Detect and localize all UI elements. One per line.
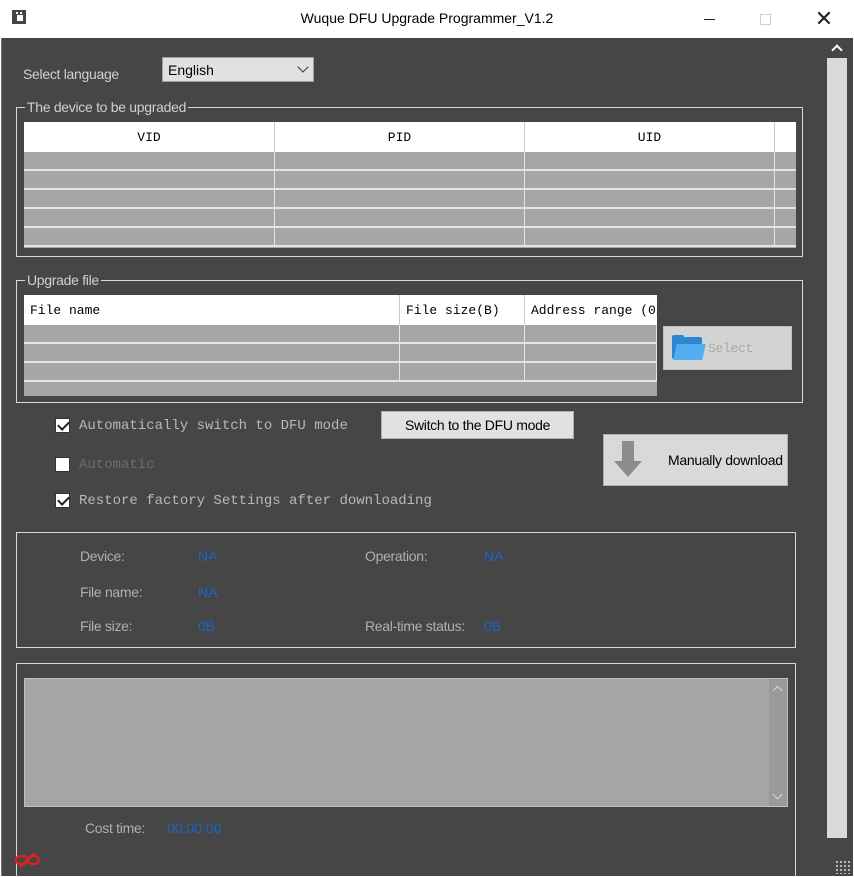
device-table-row[interactable] bbox=[24, 171, 796, 190]
device-table-cell bbox=[24, 171, 275, 188]
device-table[interactable]: VID PID UID bbox=[24, 122, 796, 248]
device-status-label: Device: bbox=[80, 548, 125, 564]
log-scrollbar[interactable] bbox=[769, 679, 787, 806]
file-table-cell bbox=[24, 363, 400, 380]
file-size-status-label: File size: bbox=[80, 618, 133, 634]
select-file-label: Select bbox=[708, 340, 754, 356]
minimize-button[interactable] bbox=[686, 0, 732, 38]
broken-link-icon bbox=[14, 852, 41, 868]
file-size-status-value: 0B bbox=[198, 618, 216, 634]
maximize-button bbox=[742, 0, 788, 38]
select-file-button[interactable]: Select bbox=[663, 326, 792, 370]
file-table-cell bbox=[400, 344, 525, 361]
title-bar: Wuque DFU Upgrade Programmer_V1.2 ✕ bbox=[0, 0, 854, 38]
file-table-row[interactable] bbox=[24, 325, 657, 344]
switch-dfu-button[interactable]: Switch to the DFU mode bbox=[381, 411, 574, 439]
cost-time-label: Cost time: bbox=[85, 820, 146, 836]
device-table-cell bbox=[525, 171, 775, 188]
operation-status-value: NA bbox=[484, 548, 504, 564]
main-panel: Select language English The device to be… bbox=[1, 38, 853, 877]
restore-label[interactable]: Restore factory Settings after downloadi… bbox=[79, 493, 432, 509]
cost-time-value: 00:00:00 bbox=[167, 820, 222, 836]
device-table-cell bbox=[525, 228, 775, 245]
device-group-title: The device to be upgraded bbox=[25, 99, 189, 115]
automatic-checkbox[interactable] bbox=[55, 457, 70, 472]
auto-switch-label[interactable]: Automatically switch to DFU mode bbox=[79, 418, 348, 434]
folder-icon bbox=[672, 335, 706, 361]
column-header-pid[interactable]: PID bbox=[275, 122, 525, 152]
device-table-cell bbox=[24, 228, 275, 245]
device-status-value: NA bbox=[198, 548, 218, 564]
column-header-uid[interactable]: UID bbox=[525, 122, 775, 152]
file-table-cell bbox=[400, 363, 525, 380]
file-table-row[interactable] bbox=[24, 363, 657, 382]
status-group: Device: NA Operation: NA File name: NA F… bbox=[16, 532, 796, 648]
chevron-down-icon bbox=[297, 61, 309, 73]
device-table-cell bbox=[24, 152, 275, 169]
column-header-file-size[interactable]: File size(B) bbox=[400, 295, 525, 325]
device-table-row[interactable] bbox=[24, 228, 796, 247]
file-table-cell bbox=[24, 344, 400, 361]
file-table-cell bbox=[400, 325, 525, 342]
language-select[interactable]: English bbox=[162, 57, 314, 82]
language-label: Select language bbox=[23, 66, 119, 82]
log-scroll-down-icon[interactable] bbox=[772, 789, 783, 800]
column-header-address-range[interactable]: Address range (0x bbox=[525, 295, 657, 325]
auto-switch-checkbox[interactable] bbox=[55, 418, 70, 433]
minimize-icon bbox=[703, 18, 715, 20]
device-table-row[interactable] bbox=[24, 209, 796, 228]
file-table-row[interactable] bbox=[24, 344, 657, 363]
device-table-cell bbox=[525, 190, 775, 207]
file-table-cell bbox=[525, 344, 657, 361]
column-header-file-name[interactable]: File name bbox=[24, 295, 400, 325]
device-table-header: VID PID UID bbox=[24, 122, 796, 152]
realtime-status-value: 0B bbox=[484, 618, 502, 634]
file-name-status-value: NA bbox=[198, 584, 218, 600]
device-group: The device to be upgraded VID PID UID bbox=[16, 99, 803, 257]
close-icon: ✕ bbox=[814, 6, 834, 31]
device-table-cell bbox=[275, 190, 525, 207]
automatic-label[interactable]: Automatic bbox=[79, 457, 155, 473]
resize-grip-icon[interactable] bbox=[835, 860, 851, 874]
file-table[interactable]: File name File size(B) Address range (0x bbox=[24, 295, 657, 396]
log-textarea[interactable] bbox=[24, 678, 788, 807]
scroll-thumb[interactable] bbox=[827, 58, 847, 838]
log-scroll-up-icon[interactable] bbox=[772, 685, 783, 696]
file-table-cell bbox=[24, 325, 400, 342]
realtime-status-label: Real-time status: bbox=[365, 618, 465, 634]
column-header-filler bbox=[775, 122, 796, 152]
maximize-icon bbox=[759, 13, 771, 25]
language-selected: English bbox=[168, 62, 214, 78]
device-table-cell bbox=[275, 152, 525, 169]
column-header-vid[interactable]: VID bbox=[24, 122, 275, 152]
device-table-row[interactable] bbox=[24, 152, 796, 171]
device-table-row[interactable] bbox=[24, 190, 796, 209]
device-table-cell bbox=[275, 209, 525, 226]
file-table-header: File name File size(B) Address range (0x bbox=[24, 295, 657, 325]
manual-download-button[interactable]: Manually download bbox=[603, 434, 788, 486]
close-button[interactable]: ✕ bbox=[801, 0, 847, 38]
device-table-cell bbox=[24, 209, 275, 226]
down-arrow-icon bbox=[614, 441, 642, 479]
restore-checkbox[interactable] bbox=[55, 493, 70, 508]
file-table-cell bbox=[525, 363, 657, 380]
device-table-cell bbox=[525, 209, 775, 226]
device-table-cell bbox=[525, 152, 775, 169]
device-table-cell bbox=[275, 228, 525, 245]
manual-download-label: Manually download bbox=[668, 452, 783, 468]
operation-status-label: Operation: bbox=[365, 548, 428, 564]
file-table-cell bbox=[525, 325, 657, 342]
device-table-cell bbox=[275, 171, 525, 188]
upgrade-file-group-title: Upgrade file bbox=[25, 272, 101, 288]
scroll-up-icon[interactable] bbox=[831, 44, 843, 56]
file-name-status-label: File name: bbox=[80, 584, 143, 600]
device-table-cell bbox=[24, 190, 275, 207]
main-scrollbar[interactable] bbox=[826, 38, 848, 876]
